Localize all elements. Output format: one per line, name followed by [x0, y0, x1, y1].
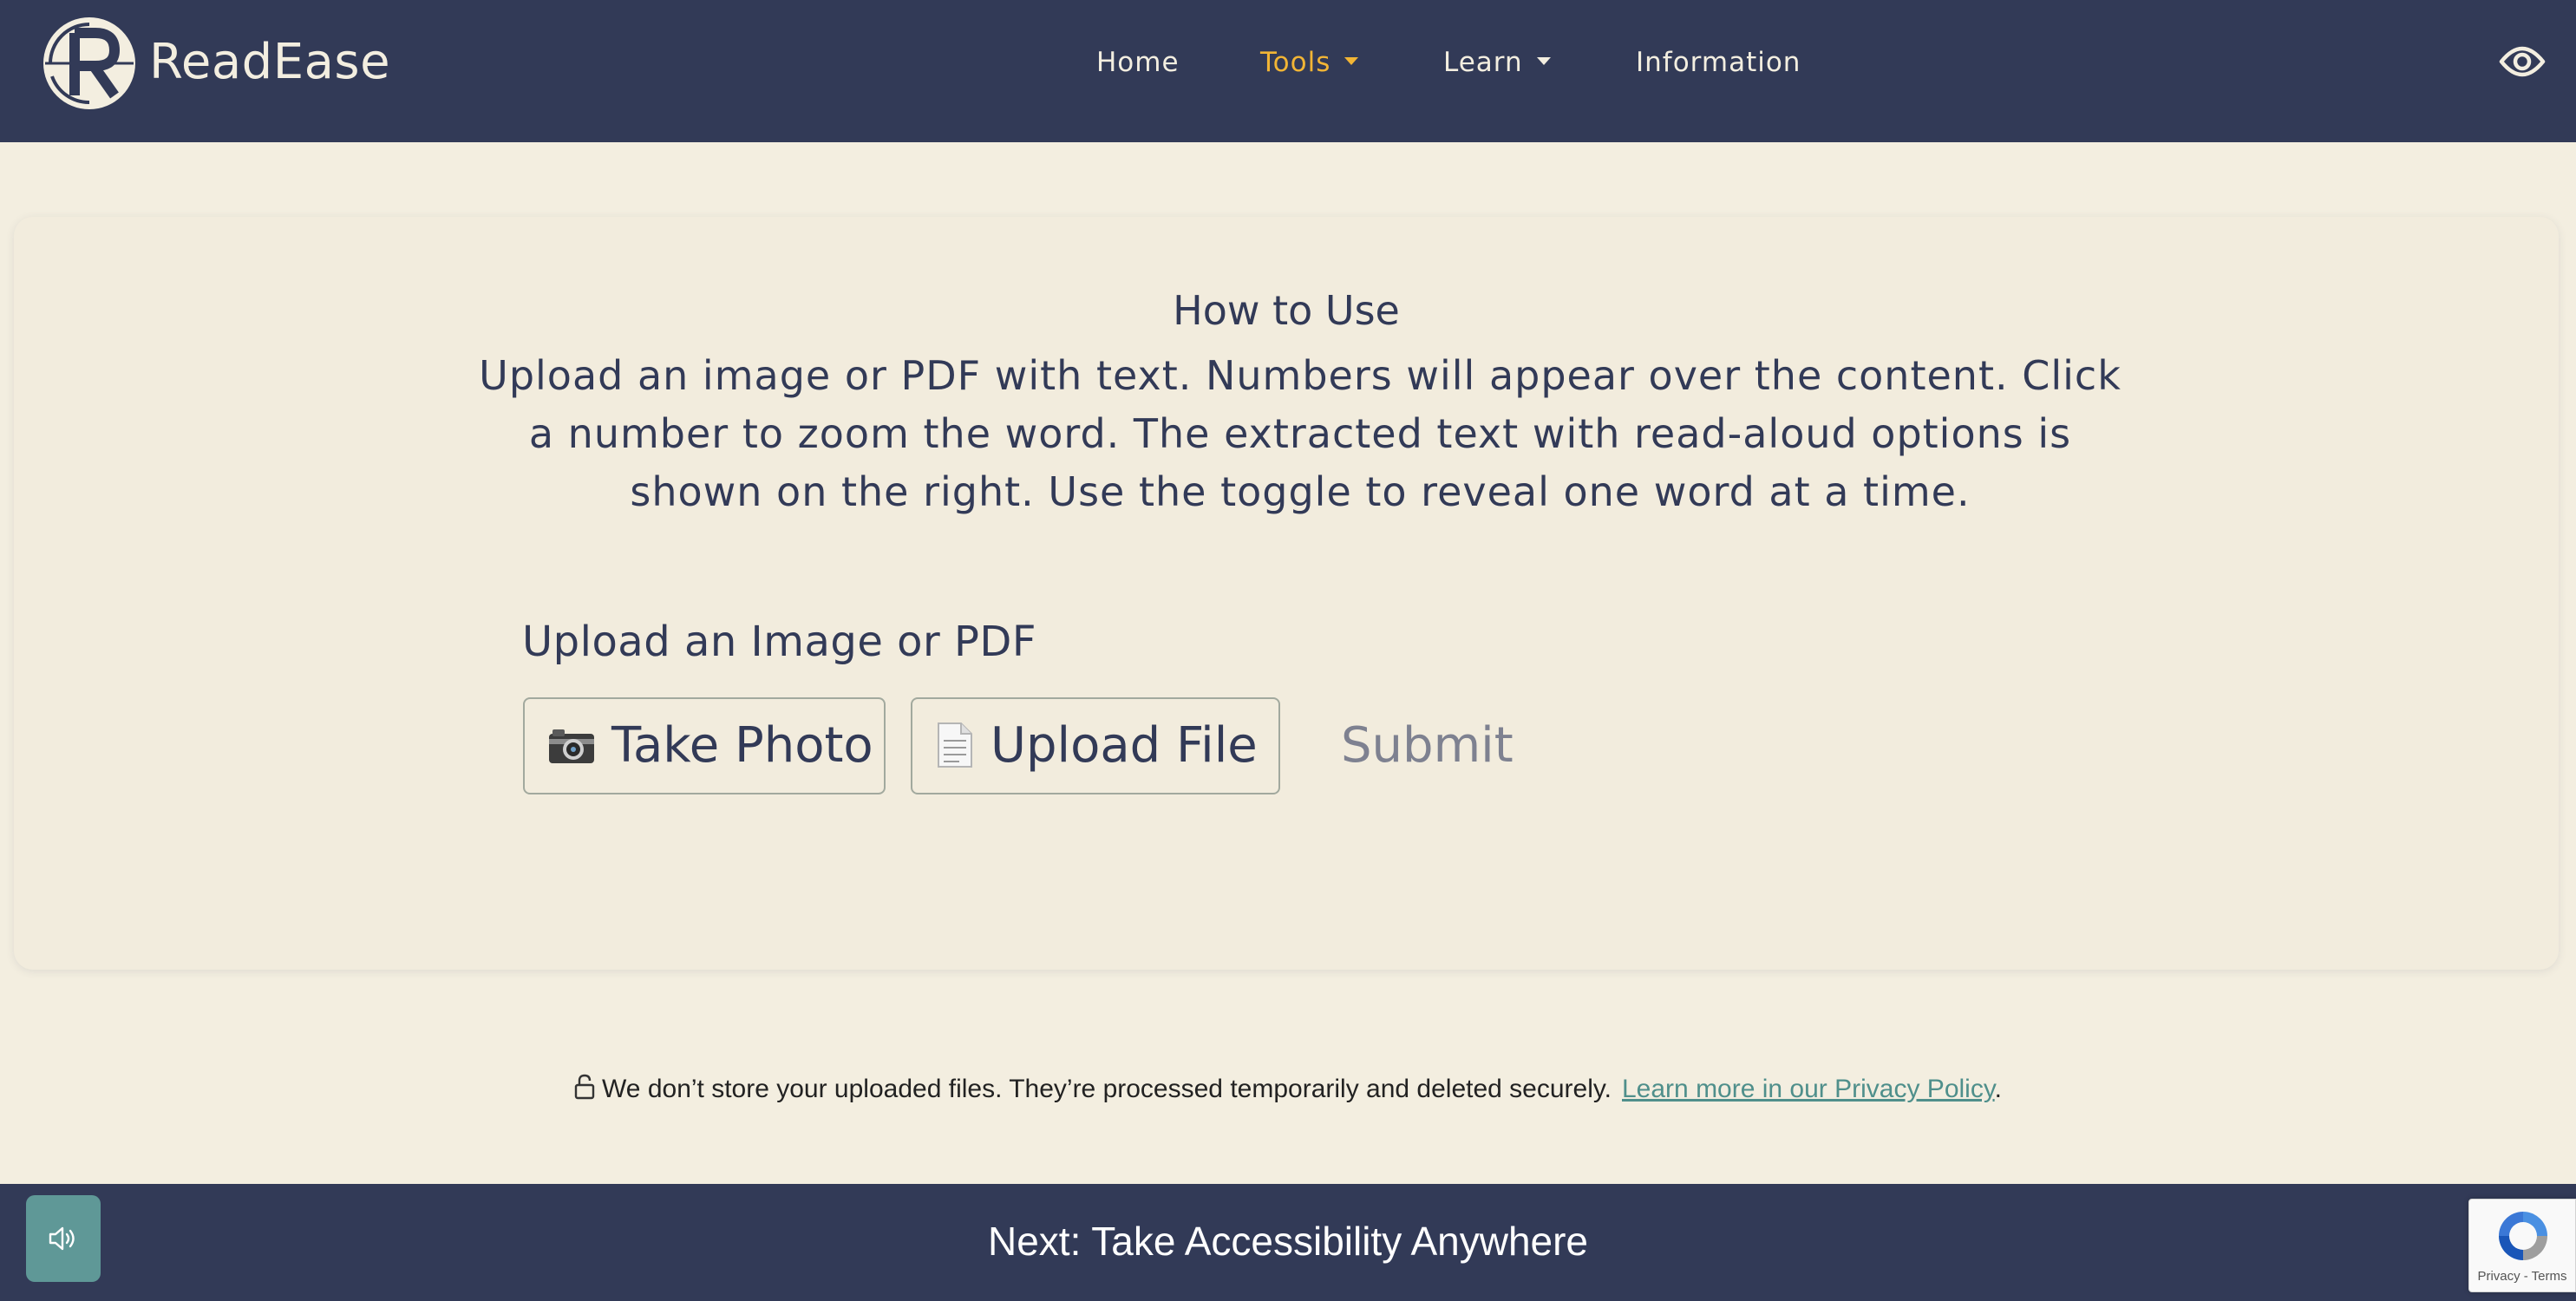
recaptcha-badge[interactable]: Privacy - Terms [2468, 1199, 2576, 1292]
brand-name[interactable]: ReadEase [149, 31, 390, 94]
nav-learn-dropdown[interactable]: Learn [1443, 38, 1551, 87]
nav-tools-dropdown[interactable]: Tools [1260, 38, 1359, 87]
privacy-text: We don’t store your uploaded files. They… [602, 1075, 1612, 1103]
nav-tools-label: Tools [1260, 47, 1331, 78]
nav-learn-label: Learn [1443, 47, 1523, 78]
privacy-notice: We don’t store your uploaded files. They… [0, 1072, 2576, 1107]
upload-section-label: Upload an Image or PDF [522, 618, 1036, 666]
eye-icon[interactable] [2498, 41, 2547, 82]
nav-information-label: Information [1636, 47, 1801, 78]
nav-information[interactable]: Information [1636, 38, 1801, 87]
upload-file-button[interactable]: Upload File [911, 697, 1280, 794]
how-to-use-card: How to Use Upload an image or PDF with t… [14, 217, 2559, 970]
lock-icon [574, 1074, 595, 1100]
footer-banner: Next: Take Accessibility Anywhere [0, 1184, 2576, 1301]
footer-title: Next: Take Accessibility Anywhere [987, 1219, 1589, 1264]
privacy-policy-link[interactable]: Learn more in our Privacy Policy [1622, 1075, 1995, 1103]
top-navbar: ReadEase Home Tools Learn Information [0, 0, 2576, 142]
chevron-down-icon [1536, 57, 1551, 65]
read-aloud-button[interactable] [26, 1195, 101, 1282]
document-icon [938, 722, 972, 768]
how-to-use-title: How to Use [1173, 287, 1400, 334]
take-photo-label: Take Photo [611, 717, 873, 774]
submit-button[interactable]: Submit [1341, 697, 1514, 794]
take-photo-button[interactable]: Take Photo [523, 697, 886, 794]
nav-home[interactable]: Home [1096, 38, 1180, 87]
privacy-suffix: . [1994, 1075, 2002, 1103]
upload-file-label: Upload File [991, 717, 1258, 774]
how-to-use-description: Upload an image or PDF with text. Number… [479, 352, 2122, 515]
camera-icon [549, 729, 594, 763]
recaptcha-icon [2499, 1212, 2547, 1260]
recaptcha-terms-text: Privacy - Terms [2477, 1269, 2567, 1284]
chevron-down-icon [1344, 57, 1359, 65]
nav-home-label: Home [1096, 47, 1180, 78]
readease-logo-icon[interactable] [42, 16, 137, 111]
speaker-icon [49, 1226, 75, 1251]
